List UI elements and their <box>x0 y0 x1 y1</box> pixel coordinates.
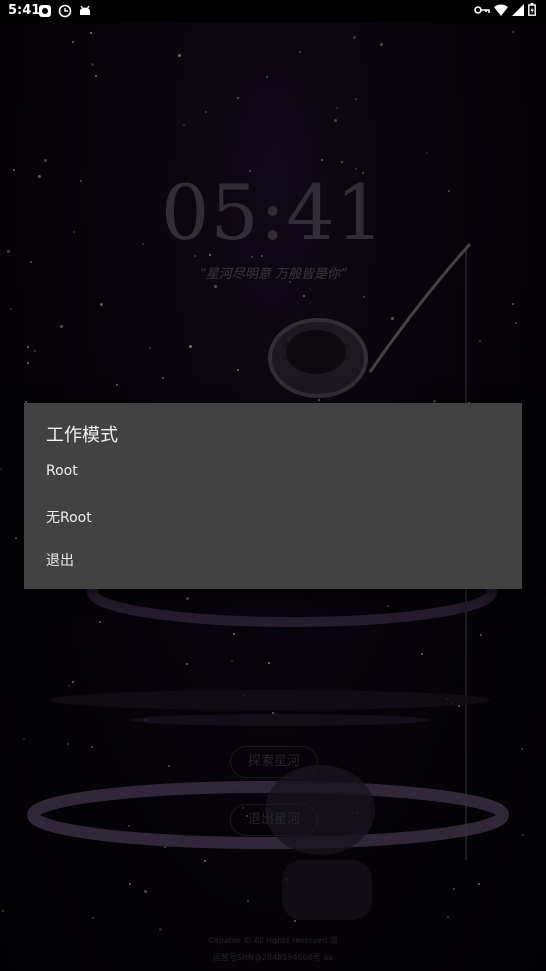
option-label: Root <box>46 463 78 479</box>
option-label: 无Root <box>46 510 92 526</box>
screen: 05:41 “星河尽明意 万般皆是你” 探索星河 退出星河 Capable © … <box>0 0 546 971</box>
status-bar: 5:41 <box>0 0 546 22</box>
option-exit[interactable]: 退出 <box>24 539 522 581</box>
option-label: 退出 <box>46 553 74 569</box>
option-root[interactable]: Root <box>24 452 522 494</box>
signal-icon <box>512 3 524 16</box>
wifi-icon <box>494 4 508 16</box>
vpn-key-icon <box>474 5 490 14</box>
battery-icon <box>528 3 536 16</box>
notification-app-icon <box>39 5 51 17</box>
android-icon <box>80 5 90 15</box>
option-no-root[interactable]: 无Root <box>24 496 522 538</box>
clock-icon <box>58 4 72 18</box>
work-mode-dialog: 工作模式 Root 无Root 退出 <box>24 403 522 589</box>
dialog-title: 工作模式 <box>46 425 118 446</box>
status-time: 5:41 <box>8 3 41 18</box>
